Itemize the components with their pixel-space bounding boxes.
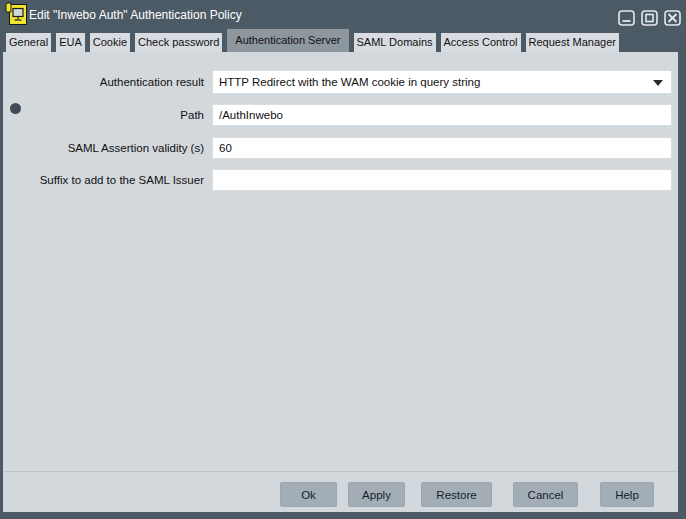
tab-cookie[interactable]: Cookie [90, 33, 130, 52]
cancel-button[interactable]: Cancel [513, 482, 578, 507]
authentication-result-value: HTTP Redirect with the WAM cookie in que… [219, 76, 480, 88]
close-button[interactable] [664, 10, 681, 26]
titlebar[interactable]: Edit "Inwebo Auth" Authentication Policy [0, 0, 686, 29]
authentication-result-label: Authentication result [3, 70, 204, 94]
saml-issuer-suffix-input[interactable] [212, 169, 672, 191]
dialog-window: Edit "Inwebo Auth" Authentication Policy… [0, 0, 686, 519]
window-title: Edit "Inwebo Auth" Authentication Policy [29, 8, 242, 22]
tab-saml-domains[interactable]: SAML Domains [354, 33, 436, 52]
tab-request-manager[interactable]: Request Manager [526, 33, 619, 52]
tab-general[interactable]: General [6, 33, 51, 52]
tab-check-password[interactable]: Check password [135, 33, 222, 52]
saml-assertion-validity-input[interactable] [212, 137, 672, 159]
tab-bar: General EUA Cookie Check password Authen… [0, 29, 686, 52]
maximize-button[interactable] [641, 10, 658, 26]
tab-panel-authentication-server: Authentication result HTTP Redirect with… [3, 52, 678, 512]
tab-access-control[interactable]: Access Control [441, 33, 521, 52]
ok-button[interactable]: Ok [280, 482, 337, 507]
help-button[interactable]: Help [600, 482, 654, 507]
application-icon [5, 2, 28, 27]
restore-button[interactable]: Restore [421, 482, 492, 507]
apply-button[interactable]: Apply [348, 482, 405, 507]
tab-eua[interactable]: EUA [56, 33, 85, 52]
tab-authentication-server[interactable]: Authentication Server [227, 29, 348, 52]
path-label: Path [3, 104, 204, 126]
saml-issuer-suffix-label: Suffix to add to the SAML Issuer [3, 169, 204, 191]
path-input[interactable] [212, 104, 672, 126]
minimize-button[interactable] [618, 10, 635, 26]
authentication-result-select[interactable]: HTTP Redirect with the WAM cookie in que… [212, 70, 672, 94]
footer-separator [3, 471, 678, 472]
saml-assertion-validity-label: SAML Assertion validity (s) [3, 137, 204, 159]
chevron-down-icon [653, 80, 663, 86]
